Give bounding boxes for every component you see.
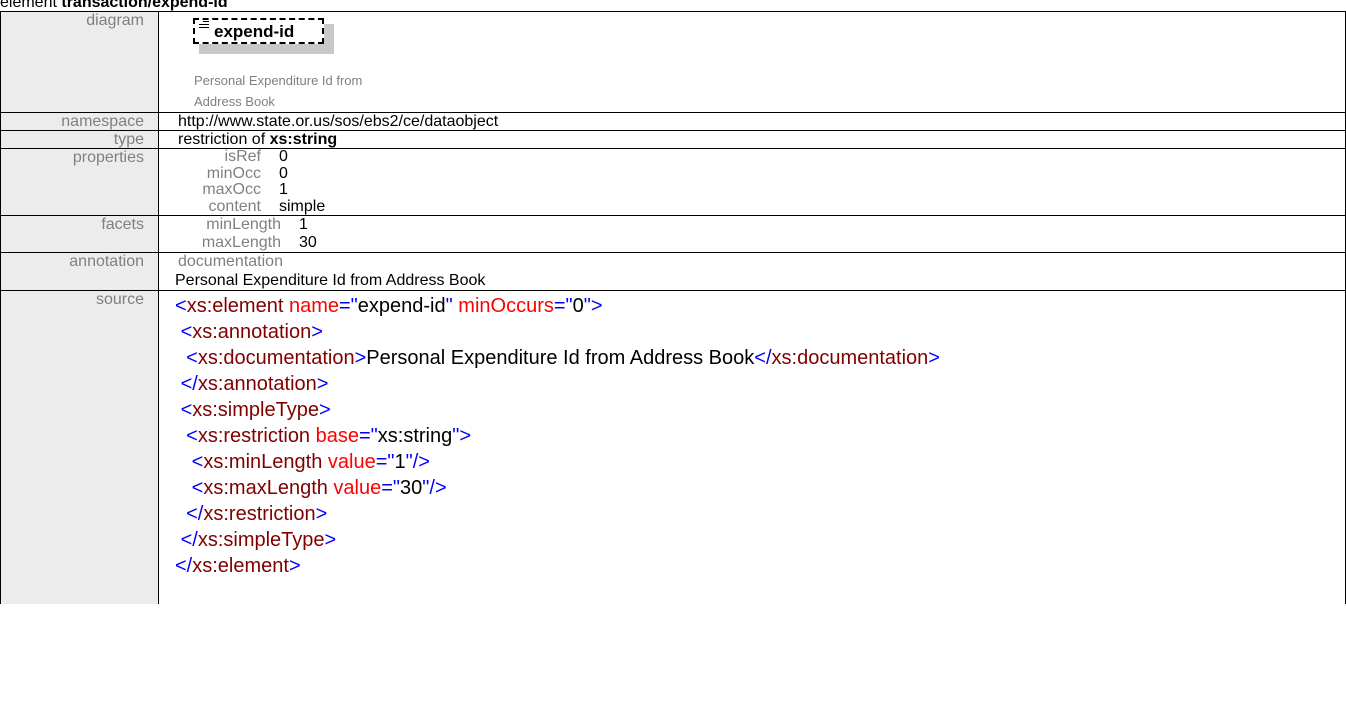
- page-title-element-name: transaction/expend-id: [61, 0, 228, 11]
- source-line: </xs:element>: [175, 555, 301, 577]
- row-source: source <xs:element name="expend-id" minO…: [0, 290, 1346, 604]
- row-namespace: namespace http://www.state.or.us/sos/ebs…: [0, 112, 1346, 131]
- element-list-icon: [199, 21, 209, 30]
- namespace-value: http://www.state.or.us/sos/ebs2/ce/datao…: [158, 112, 1346, 131]
- page-title-prefix: element: [0, 0, 62, 11]
- row-annotation: annotation documentation Personal Expend…: [0, 252, 1346, 291]
- diagram-documentation: Personal Expenditure Id from Address Boo…: [194, 70, 454, 112]
- source-line: </xs:restriction>: [186, 503, 328, 525]
- facets-cell: minLength 1 maxLength 30: [158, 215, 1346, 253]
- properties-list: isRef 0 minOcc 0 maxOcc 1 content simple: [159, 148, 1345, 215]
- label-facets: facets: [0, 215, 159, 253]
- label-annotation: annotation: [0, 252, 159, 291]
- property-value: 0: [279, 164, 288, 182]
- facet-key: minLength: [206, 216, 281, 233]
- row-type: type restriction of xs:string: [0, 130, 1346, 149]
- facet-key: maxLength: [201, 234, 281, 251]
- label-diagram: diagram: [0, 11, 159, 113]
- property-key: content: [208, 197, 261, 215]
- row-properties: properties isRef 0 minOcc 0 maxOcc 1 conten…: [0, 148, 1346, 216]
- row-facets: facets minLength 1 maxLength 30: [0, 215, 1346, 253]
- source-cell: <xs:element name="expend-id" minOccurs="…: [158, 290, 1346, 604]
- property-value: 0: [279, 148, 288, 165]
- property-key: maxOcc: [202, 181, 261, 198]
- type-base-link[interactable]: xs:string: [270, 131, 338, 148]
- source-line: </xs:annotation>: [180, 373, 329, 395]
- property-key: isRef: [224, 148, 261, 165]
- facet-value: 1: [299, 216, 308, 233]
- element-diagram-box[interactable]: expend-id: [193, 18, 334, 54]
- source-line: <xs:documentation>Personal Expenditure I…: [186, 347, 940, 369]
- diagram-cell: expend-id Personal Expenditure Id from A…: [158, 11, 1346, 113]
- element-doc-table: diagram expend-id Personal Expenditure I…: [0, 11, 1346, 604]
- row-diagram: diagram expend-id Personal Expenditure I…: [0, 11, 1346, 113]
- label-source: source: [0, 290, 159, 604]
- diagram-doc-line1: Personal Expenditure Id from: [194, 73, 363, 88]
- source-line: <xs:simpleType>: [180, 399, 331, 421]
- source-line: <xs:element name="expend-id" minOccurs="…: [175, 295, 603, 317]
- source-line: <xs:annotation>: [180, 321, 323, 343]
- diagram-element-name: expend-id: [214, 22, 295, 41]
- label-properties: properties: [0, 148, 159, 216]
- property-value: simple: [279, 197, 326, 215]
- annotation-cell: documentation Personal Expenditure Id fr…: [158, 252, 1346, 291]
- diagram-doc-line2: Address Book: [194, 94, 275, 109]
- label-namespace: namespace: [0, 112, 159, 131]
- source-line: <xs:minLength value="1"/>: [191, 451, 430, 473]
- label-type: type: [0, 130, 159, 149]
- property-key: minOcc: [206, 164, 261, 182]
- source-line: <xs:maxLength value="30"/>: [191, 477, 447, 499]
- annotation-doc-text: Personal Expenditure Id from Address Boo…: [175, 272, 486, 289]
- source-line: <xs:restriction base="xs:string">: [186, 425, 472, 447]
- source-code: <xs:element name="expend-id" minOccurs="…: [159, 291, 1345, 579]
- properties-cell: isRef 0 minOcc 0 maxOcc 1 content simple: [158, 148, 1346, 216]
- annotation-doc-label: documentation: [178, 253, 283, 270]
- property-value: 1: [279, 181, 288, 198]
- type-prefix: restriction of: [178, 131, 270, 148]
- type-value: restriction of xs:string: [158, 130, 1346, 149]
- facet-value: 30: [299, 234, 317, 251]
- facets-list: minLength 1 maxLength 30: [159, 216, 1345, 252]
- source-line: </xs:simpleType>: [180, 529, 337, 551]
- diagram-element: expend-id: [193, 18, 324, 44]
